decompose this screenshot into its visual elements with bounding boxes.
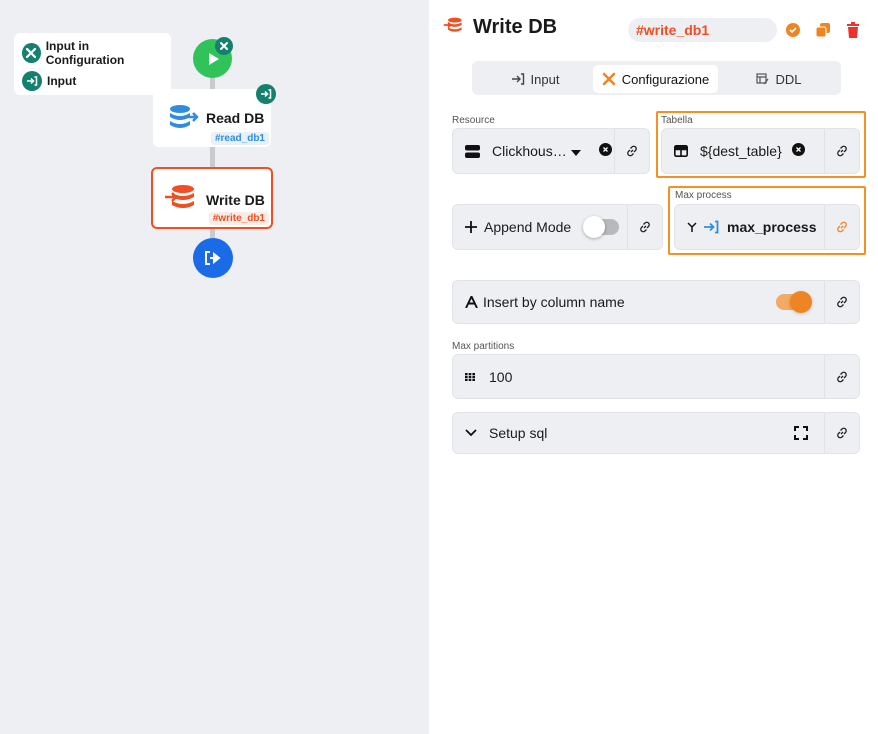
node-tag: #write_db1 [208,212,269,225]
max-partitions-input[interactable]: 100 [453,355,824,398]
link-button[interactable] [627,205,662,249]
tab-label: Input [530,71,560,87]
max-partitions-field: 100 [452,354,860,399]
link-button[interactable] [824,355,859,398]
legend-item-input-config: Input in Configuration [22,39,163,67]
input-icon [511,73,524,85]
edge [210,76,215,90]
append-mode-field: Append Mode [452,204,663,250]
max-process-input[interactable]: max_process [675,205,824,249]
max-process-value: max_process [727,219,817,235]
node-write-db[interactable]: Write DB #write_db1 [151,167,273,229]
insert-by-column-label: Insert by column name [483,294,625,310]
database-write-icon [164,184,196,215]
tabella-value: ${dest_table} [700,143,782,159]
variable-icon [687,222,697,232]
setup-sql-expander[interactable]: Setup sql [453,413,824,453]
resource-field: Clickhous… [452,128,650,174]
end-node[interactable] [193,238,233,278]
chevron-down-icon[interactable] [465,429,477,437]
tabella-label: Tabella [661,115,693,126]
max-process-label: Max process [675,190,732,201]
node-title: Write DB [206,192,265,208]
link-icon [837,145,847,157]
link-icon [640,221,650,233]
link-icon [837,296,847,308]
max-partitions-label: Max partitions [452,341,515,352]
edge [210,147,215,167]
clear-icon[interactable] [791,143,805,159]
fullscreen-icon[interactable] [794,426,808,440]
link-icon [627,145,637,157]
link-button[interactable] [614,129,649,173]
duplicate-icon[interactable] [814,21,832,39]
append-mode-toggle[interactable] [583,216,620,238]
link-button-active[interactable] [824,205,859,249]
plus-icon [465,221,477,233]
text-icon [465,296,478,308]
append-mode-row: Append Mode [453,205,627,249]
link-button[interactable] [824,413,859,453]
database-write-icon [443,17,463,38]
flow-canvas[interactable]: Input in Configuration Input Read DB #re… [0,0,429,734]
max-partitions-value: 100 [489,368,513,385]
resource-value: Clickhous… [492,143,567,159]
legend-item-input: Input [22,67,163,95]
node-read-db[interactable]: Read DB #read_db1 [153,89,271,147]
link-icon [837,427,847,439]
check-circle-icon[interactable] [784,21,802,39]
resource-select[interactable]: Clickhous… [453,129,614,173]
legend: Input in Configuration Input [14,33,171,95]
link-button[interactable] [824,129,859,173]
node-id-field[interactable]: #write_db1 [628,18,777,42]
tabella-input[interactable]: ${dest_table} [662,129,824,173]
tab-label: DDL [775,71,802,87]
server-icon [465,144,480,158]
resource-label: Resource [452,115,495,126]
table-edit-icon [756,73,770,85]
tab-bar: Input Configurazione DDL [472,61,841,95]
tab-ddl[interactable]: DDL [720,65,838,93]
setup-sql-label: Setup sql [489,425,548,441]
input-icon [256,84,276,104]
tools-icon [215,37,233,55]
insert-by-column-field: Insert by column name [452,280,860,324]
append-mode-label: Append Mode [484,219,572,235]
node-tag: #read_db1 [210,132,269,145]
link-button[interactable] [824,281,859,323]
input-icon [22,71,42,91]
legend-label: Input [47,74,77,88]
delete-icon[interactable] [844,21,862,39]
panel-title: Write DB [473,16,558,38]
grid-icon [465,372,475,381]
panel-header: Write DB [443,16,557,39]
clear-icon[interactable] [598,143,612,159]
database-read-icon [169,104,199,135]
tabella-field: ${dest_table} [661,128,860,174]
insert-by-column-toggle[interactable] [776,291,812,313]
tools-icon [22,43,41,63]
node-title: Read DB [206,110,265,126]
tools-icon [602,72,616,86]
exit-icon [205,251,221,265]
link-icon [837,371,847,382]
input-link-icon [703,220,719,234]
table-icon [674,145,688,157]
legend-label: Input in Configuration [45,39,125,67]
caret-down-icon[interactable] [570,143,581,159]
tab-label: Configurazione [621,71,710,87]
insert-by-column-row: Insert by column name [453,281,824,323]
link-icon [837,221,847,233]
max-process-field: max_process [674,204,860,250]
tab-input[interactable]: Input [476,65,594,93]
properties-panel: Write DB #write_db1 Input Configurazione… [429,0,878,734]
tab-configurazione[interactable]: Configurazione [593,65,718,93]
setup-sql-field: Setup sql [452,412,860,454]
